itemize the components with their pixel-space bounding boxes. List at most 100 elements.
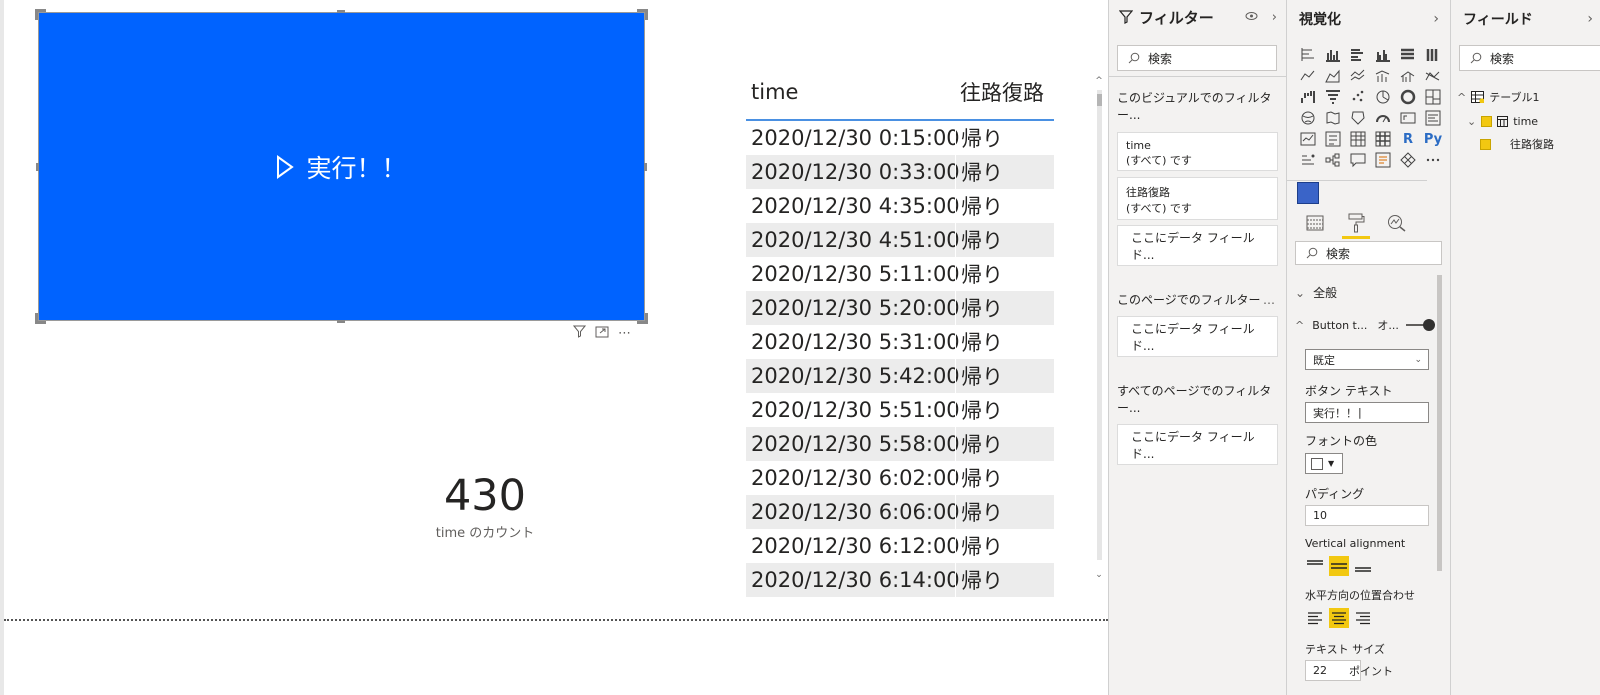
focus-mode-icon[interactable] — [595, 326, 609, 342]
table-row[interactable]: 2020/12/30 6:12:00 帰り — [746, 529, 1054, 563]
visual-filter-drop-zone[interactable]: ここにデータ フィールド... — [1117, 225, 1278, 266]
clustered-bar-chart-icon[interactable] — [1347, 45, 1369, 65]
table-row[interactable]: 2020/12/30 0:15:00 帰り — [746, 121, 1054, 155]
align-bottom-button[interactable] — [1353, 556, 1373, 576]
align-top-button[interactable] — [1305, 556, 1325, 576]
decomposition-tree-icon[interactable] — [1322, 150, 1344, 170]
resize-handle-left[interactable] — [36, 163, 39, 171]
table-visual-icon[interactable] — [1347, 129, 1369, 149]
align-center-button[interactable] — [1329, 608, 1349, 628]
table-row[interactable]: 2020/12/30 4:35:00 帰り — [746, 189, 1054, 223]
multi-row-card-icon[interactable] — [1422, 108, 1444, 128]
resize-handle-top[interactable] — [337, 10, 345, 13]
scroll-track[interactable] — [1097, 90, 1102, 560]
table-row[interactable]: 2020/12/30 6:14:00 帰り — [746, 563, 1054, 597]
kpi-icon[interactable] — [1297, 129, 1319, 149]
more-visuals-icon[interactable] — [1422, 150, 1444, 170]
table-row[interactable]: 2020/12/30 0:33:00 帰り — [746, 155, 1054, 189]
scroll-down-arrow[interactable]: ⌄ — [1094, 570, 1104, 580]
align-middle-button[interactable] — [1329, 556, 1349, 576]
table-row[interactable]: 2020/12/30 5:20:00 帰り — [746, 291, 1054, 325]
stacked-column-chart-icon[interactable] — [1322, 45, 1344, 65]
smart-narrative-icon[interactable] — [1372, 150, 1394, 170]
run-button[interactable]: 実行！！ — [39, 13, 644, 320]
card-icon[interactable] — [1397, 108, 1419, 128]
resize-handle-bl[interactable] — [35, 313, 46, 324]
custom-visual-icon[interactable] — [1297, 182, 1319, 204]
tab-analytics[interactable] — [1385, 211, 1409, 235]
filter-card-time[interactable]: time (すべて) です — [1117, 132, 1278, 171]
stacked-bar-chart-icon[interactable] — [1297, 45, 1319, 65]
line-clustered-column-chart-icon[interactable] — [1397, 66, 1419, 86]
data-table[interactable]: time 往路復路 2020/12/30 0:15:00 帰り 2020/12/30… — [746, 65, 1054, 597]
table-row[interactable]: 2020/12/30 5:51:00 帰り — [746, 393, 1054, 427]
area-chart-icon[interactable] — [1322, 66, 1344, 86]
filter-card-route[interactable]: 往路復路 (すべて) です — [1117, 177, 1278, 220]
align-left-button[interactable] — [1305, 608, 1325, 628]
eye-icon[interactable] — [1245, 10, 1258, 25]
field-node-route[interactable]: 往路復路 — [1480, 136, 1554, 152]
scroll-up-arrow[interactable]: ^ — [1094, 76, 1104, 86]
filled-map-icon[interactable] — [1322, 108, 1344, 128]
collapse-fields-chevron-icon[interactable]: › — [1587, 11, 1593, 27]
more-options-icon[interactable]: … — [1263, 293, 1275, 307]
field-checkbox-checked[interactable] — [1481, 116, 1493, 127]
line-column-chart-icon[interactable] — [1372, 66, 1394, 86]
state-select[interactable]: 既定 ⌄ — [1305, 349, 1429, 370]
gauge-icon[interactable] — [1372, 108, 1394, 128]
format-search-input[interactable]: 検索 — [1295, 241, 1442, 265]
resize-handle-br[interactable] — [637, 313, 648, 324]
waterfall-chart-icon[interactable] — [1297, 87, 1319, 107]
stacked-area-chart-icon[interactable] — [1347, 66, 1369, 86]
format-scrollbar[interactable] — [1437, 275, 1442, 571]
page-filter-drop-zone[interactable]: ここにデータ フィールド... — [1117, 316, 1278, 357]
table-row[interactable]: 2020/12/30 5:11:00 帰り — [746, 257, 1054, 291]
scroll-thumb[interactable] — [1097, 94, 1102, 106]
section-button-text[interactable]: ^ Button t... オ... — [1295, 317, 1435, 333]
report-canvas[interactable]: 実行！！ ⋯ 430 time のカウント time 往路復路 2020/12/… — [0, 0, 1108, 695]
collapse-filters-chevron-icon[interactable]: › — [1272, 10, 1277, 25]
filter-icon[interactable] — [572, 325, 587, 342]
align-right-button[interactable] — [1353, 608, 1373, 628]
donut-chart-icon[interactable] — [1397, 87, 1419, 107]
table-row[interactable]: 2020/12/30 5:31:00 帰り — [746, 325, 1054, 359]
clustered-column-chart-icon[interactable] — [1372, 45, 1394, 65]
resize-handle-tr[interactable] — [637, 9, 648, 20]
filters-search-input[interactable]: 検索 — [1117, 45, 1277, 71]
line-chart-icon[interactable] — [1297, 66, 1319, 86]
funnel-chart-icon[interactable] — [1322, 87, 1344, 107]
resize-handle-right[interactable] — [644, 163, 647, 171]
qa-icon[interactable] — [1347, 150, 1369, 170]
tab-fields-wells[interactable] — [1303, 211, 1327, 235]
table-row[interactable]: 2020/12/30 5:58:00 帰り — [746, 427, 1054, 461]
table-row[interactable]: 2020/12/30 6:06:00 帰り — [746, 495, 1054, 529]
column-header-route[interactable]: 往路復路 — [955, 77, 1054, 107]
map-icon[interactable] — [1297, 108, 1319, 128]
resize-handle-tl[interactable] — [35, 9, 46, 20]
button-text-input[interactable]: 実行！！ | — [1305, 402, 1429, 423]
field-checkbox-checked[interactable] — [1480, 138, 1491, 150]
padding-input[interactable]: 10 — [1305, 505, 1429, 526]
font-color-picker[interactable]: ▼ — [1305, 453, 1343, 474]
table-node[interactable]: ^ テーブル1 — [1457, 89, 1540, 105]
count-card[interactable]: 430 time のカウント — [400, 470, 570, 541]
shape-map-icon[interactable] — [1347, 108, 1369, 128]
matrix-icon[interactable] — [1372, 129, 1394, 149]
table-row[interactable]: 2020/12/30 5:42:00 帰り — [746, 359, 1054, 393]
get-more-visuals-icon[interactable] — [1397, 150, 1419, 170]
more-options-icon[interactable]: ⋯ — [618, 326, 631, 341]
slicer-icon[interactable] — [1322, 129, 1344, 149]
scatter-chart-icon[interactable] — [1347, 87, 1369, 107]
table-row[interactable]: 2020/12/30 4:51:00 帰り — [746, 223, 1054, 257]
field-node-time[interactable]: ⌄ time — [1467, 115, 1538, 128]
key-influencers-icon[interactable] — [1297, 150, 1319, 170]
tab-format[interactable] — [1342, 211, 1370, 239]
column-header-time[interactable]: time — [746, 80, 955, 104]
ribbon-chart-icon[interactable] — [1422, 66, 1444, 86]
collapse-visualizations-chevron-icon[interactable]: › — [1433, 11, 1439, 27]
100-stacked-bar-chart-icon[interactable] — [1397, 45, 1419, 65]
button-text-toggle[interactable] — [1405, 319, 1435, 331]
all-pages-filter-drop-zone[interactable]: ここにデータ フィールド... — [1117, 424, 1278, 465]
100-stacked-column-chart-icon[interactable] — [1422, 45, 1444, 65]
table-scrollbar[interactable]: ^ ⌄ — [1094, 70, 1104, 580]
